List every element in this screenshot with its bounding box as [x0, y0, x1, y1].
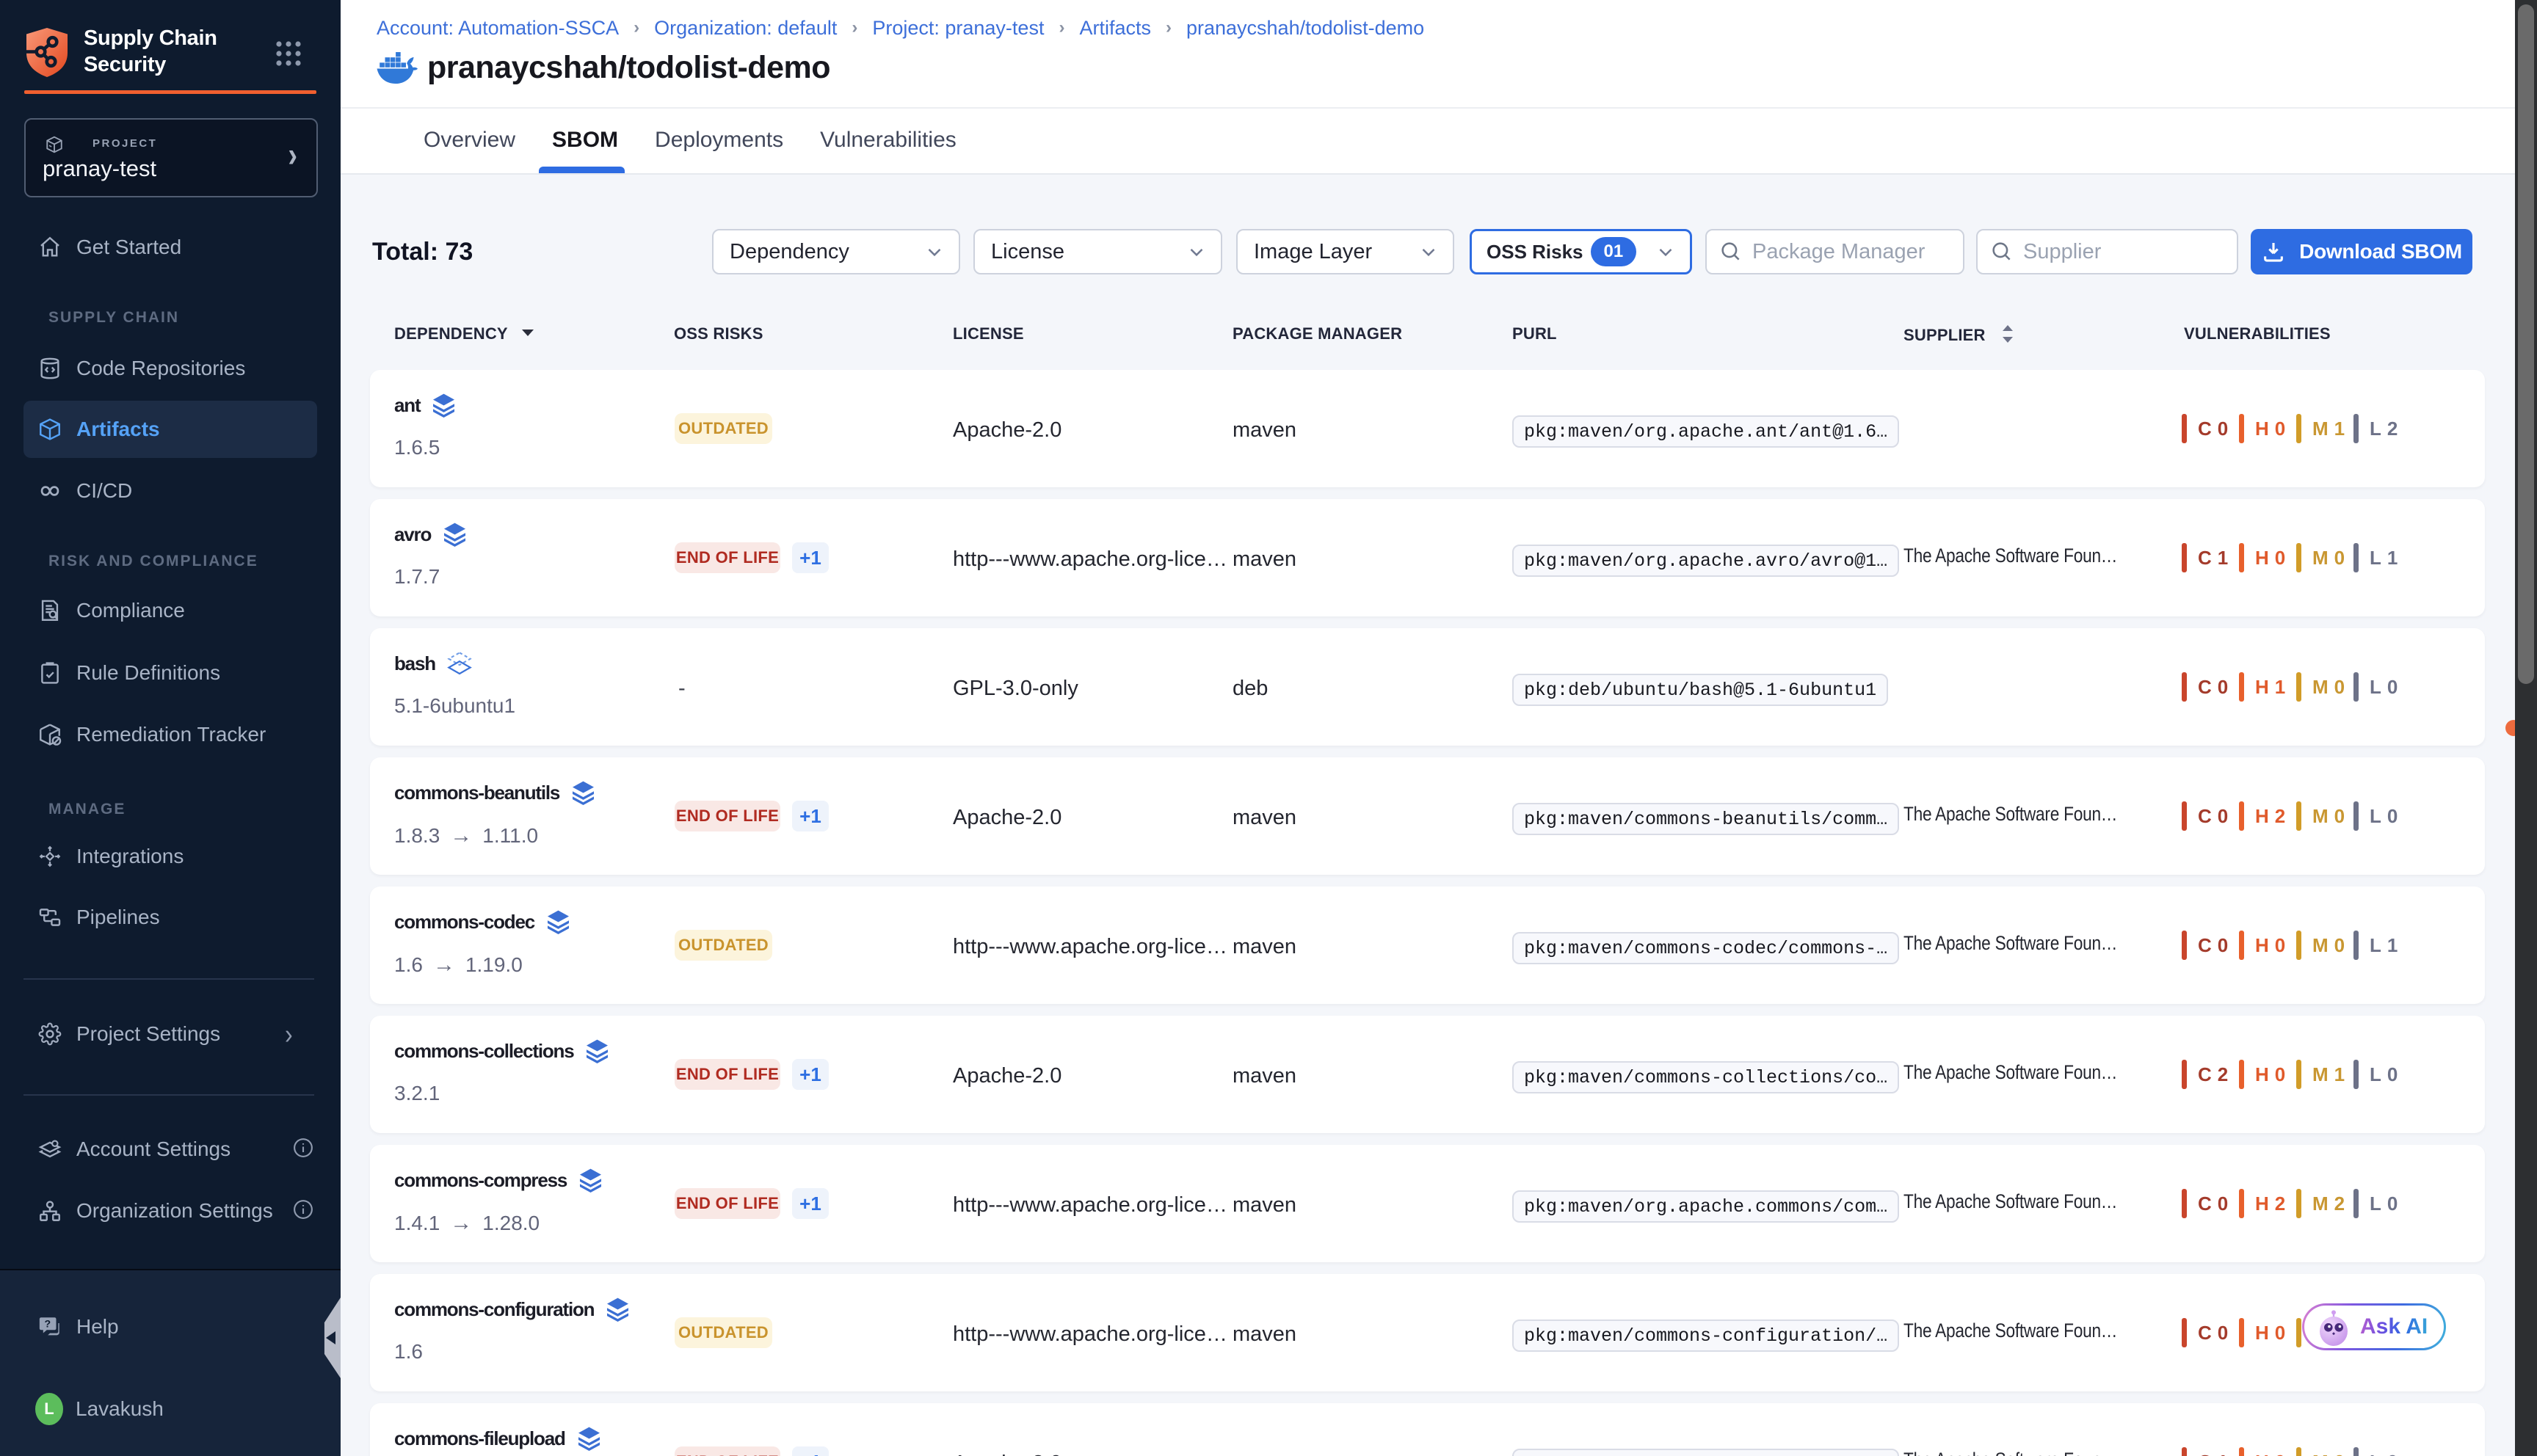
svg-text:?: ? — [45, 1319, 51, 1331]
